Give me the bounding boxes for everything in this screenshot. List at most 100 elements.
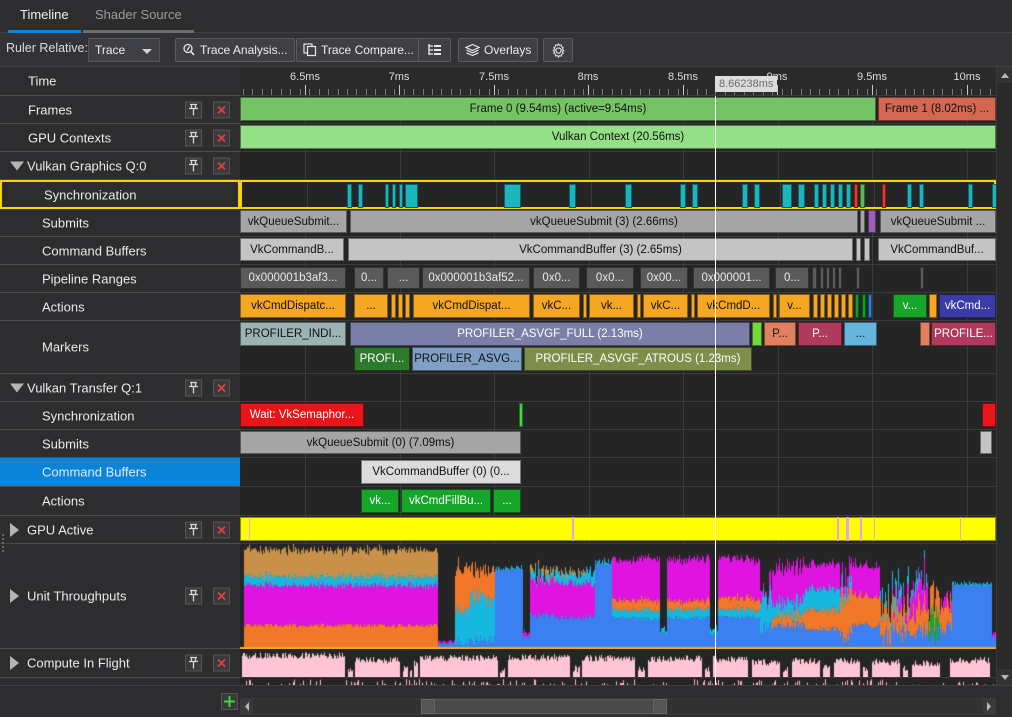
timeline-bar[interactable] — [691, 294, 695, 318]
hscroll-left-button[interactable] — [241, 699, 253, 714]
timeline-bar[interactable] — [868, 294, 872, 318]
timeline-bar[interactable] — [822, 184, 827, 208]
timeline-bar[interactable]: ... — [493, 489, 521, 513]
row-header-synchronization-2[interactable]: Synchronization — [0, 402, 240, 430]
timeline-bar[interactable] — [919, 184, 924, 208]
tab-timeline[interactable]: Timeline — [8, 0, 81, 33]
timeline-bar[interactable] — [968, 184, 973, 208]
timeline-bar[interactable] — [846, 184, 851, 208]
timeline-bar[interactable]: vkQueueSubmit... — [240, 210, 347, 233]
track-markers[interactable]: PROFILER_INDI...PROFILER_ASVGF_FULL (2.1… — [240, 321, 996, 374]
row-header-vulkan-graphics-q-0[interactable]: Vulkan Graphics Q:0 — [0, 152, 240, 180]
timeline-bar[interactable]: VkCommandBuf... — [878, 238, 996, 261]
scroll-up-button[interactable] — [997, 67, 1012, 83]
track-synchronization-2[interactable]: Wait: VkSemaphor... — [240, 402, 996, 430]
panel-drag-handle[interactable] — [2, 532, 6, 556]
track-tail[interactable] — [240, 678, 996, 685]
timeline-bar[interactable]: Vulkan Context (20.56ms) — [240, 125, 996, 149]
track-vulkan-transfer-q-1[interactable] — [240, 374, 996, 402]
timeline-bar[interactable] — [841, 294, 846, 318]
timeline-bar[interactable] — [358, 184, 363, 208]
timeline-bar[interactable] — [920, 322, 930, 346]
trace-analysis-button[interactable]: Trace Analysis... — [175, 38, 295, 62]
track-gpu-contexts[interactable]: Vulkan Context (20.56ms) — [240, 124, 996, 152]
expand-triangle-icon[interactable] — [10, 656, 19, 670]
timeline-bar[interactable]: vkC... — [643, 294, 688, 318]
timeline-bar[interactable] — [855, 294, 859, 318]
timeline-bar[interactable] — [862, 294, 866, 318]
timeline-bar[interactable]: vkQueueSubmit (3) (2.66ms) — [350, 210, 858, 233]
timeline-bar[interactable] — [692, 184, 698, 208]
hscroll-thumb[interactable] — [421, 699, 667, 714]
expand-triangle-icon[interactable] — [10, 589, 19, 603]
track-submits[interactable]: vkQueueSubmit...vkQueueSubmit (3) (2.66m… — [240, 209, 996, 237]
timeline-bar[interactable] — [920, 267, 924, 289]
timeline-bar[interactable] — [752, 322, 762, 346]
timeline-bar[interactable] — [830, 184, 835, 208]
scroll-down-button[interactable] — [997, 669, 1012, 685]
track-time[interactable]: 6.5ms7ms7.5ms8ms8.5ms9ms9.5ms10ms8.66238… — [240, 67, 996, 96]
timeline-bar[interactable]: ... — [354, 294, 388, 318]
row-header-command-buffers-2[interactable]: Command Buffers — [0, 458, 240, 487]
timeline-bar[interactable]: 0... — [354, 267, 384, 289]
track-compute-in-flight[interactable] — [240, 649, 996, 678]
timeline-bar[interactable]: 0x000001... — [693, 267, 770, 289]
timeline-bar[interactable]: VkCommandB... — [240, 238, 344, 261]
timeline-bar[interactable] — [569, 184, 576, 208]
timeline-bar[interactable] — [856, 267, 860, 289]
timeline-bar[interactable] — [385, 184, 389, 208]
timeline-bar[interactable] — [504, 184, 521, 208]
track-actions[interactable]: vkCmdDispatc......vkCmdDispat...vkC...vk… — [240, 293, 996, 321]
timeline-bar[interactable] — [832, 267, 836, 289]
row-header-compute-in-flight[interactable]: Compute In Flight — [0, 649, 240, 678]
settings-button[interactable] — [543, 38, 573, 62]
close-icon[interactable] — [213, 129, 230, 146]
timeline-bar[interactable] — [856, 238, 861, 261]
timeline-bar[interactable] — [391, 294, 396, 318]
timeline-bar[interactable]: vkQueueSubmit ... — [880, 210, 996, 233]
timeline-bar[interactable] — [814, 184, 819, 208]
timeline-bar[interactable] — [854, 184, 858, 208]
timeline-bar[interactable] — [864, 238, 870, 261]
pin-icon[interactable] — [185, 379, 202, 396]
collapse-triangle-icon[interactable] — [10, 161, 24, 170]
timeline-bar[interactable]: PROFILE... — [931, 322, 996, 346]
track-submits-2[interactable]: vkQueueSubmit (0) (7.09ms) — [240, 430, 996, 458]
timeline-bar[interactable]: PROFILER_INDI... — [240, 322, 346, 346]
row-header-actions[interactable]: Actions — [0, 293, 240, 321]
timeline-bar[interactable] — [405, 294, 410, 318]
timeline-bar[interactable]: Wait: VkSemaphor... — [240, 403, 364, 427]
pin-icon[interactable] — [185, 655, 202, 672]
timeline-bar[interactable]: vkCmdD... — [697, 294, 770, 318]
close-icon[interactable] — [213, 521, 230, 538]
row-header-pipeline-ranges[interactable]: Pipeline Ranges — [0, 265, 240, 293]
timeline-bar[interactable]: PROFILER_ASVGF_FULL (2.13ms) — [350, 322, 750, 346]
timeline-bar[interactable] — [820, 294, 825, 318]
timeline-bar[interactable] — [398, 294, 403, 318]
pin-icon[interactable] — [185, 588, 202, 605]
timeline-bar[interactable]: v... — [893, 294, 927, 318]
timeline-bar[interactable] — [929, 294, 937, 318]
add-track-button[interactable] — [221, 693, 238, 710]
hscroll-right-button[interactable] — [983, 699, 995, 714]
timeline-bar[interactable]: P... — [764, 322, 796, 346]
timeline-bar[interactable] — [782, 184, 792, 208]
timeline-bar[interactable] — [742, 184, 748, 208]
row-header-command-buffers[interactable]: Command Buffers — [0, 237, 240, 265]
trace-compare-button[interactable]: Trace Compare... — [296, 38, 421, 62]
timeline-bar[interactable] — [826, 267, 830, 289]
row-header-vulkan-transfer-q-1[interactable]: Vulkan Transfer Q:1 — [0, 374, 240, 402]
track-command-buffers[interactable]: VkCommandB...VkCommandBuffer (3) (2.65ms… — [240, 237, 996, 265]
timeline-bar[interactable]: ... — [844, 322, 877, 346]
timeline-bar[interactable] — [860, 210, 865, 233]
timeline-bar[interactable]: vkQueueSubmit (0) (7.09ms) — [240, 431, 521, 454]
timeline-bar[interactable] — [812, 267, 817, 289]
timeline-bar[interactable] — [240, 517, 996, 541]
timeline-bar[interactable]: vk... — [361, 489, 399, 513]
collapse-triangle-icon[interactable] — [10, 383, 24, 392]
timeline-bar[interactable] — [838, 267, 842, 289]
pin-icon[interactable] — [185, 129, 202, 146]
timeline-bar[interactable] — [637, 294, 641, 318]
timeline-bar[interactable] — [827, 294, 832, 318]
timeline-bar[interactable]: PROFI... — [354, 347, 410, 371]
